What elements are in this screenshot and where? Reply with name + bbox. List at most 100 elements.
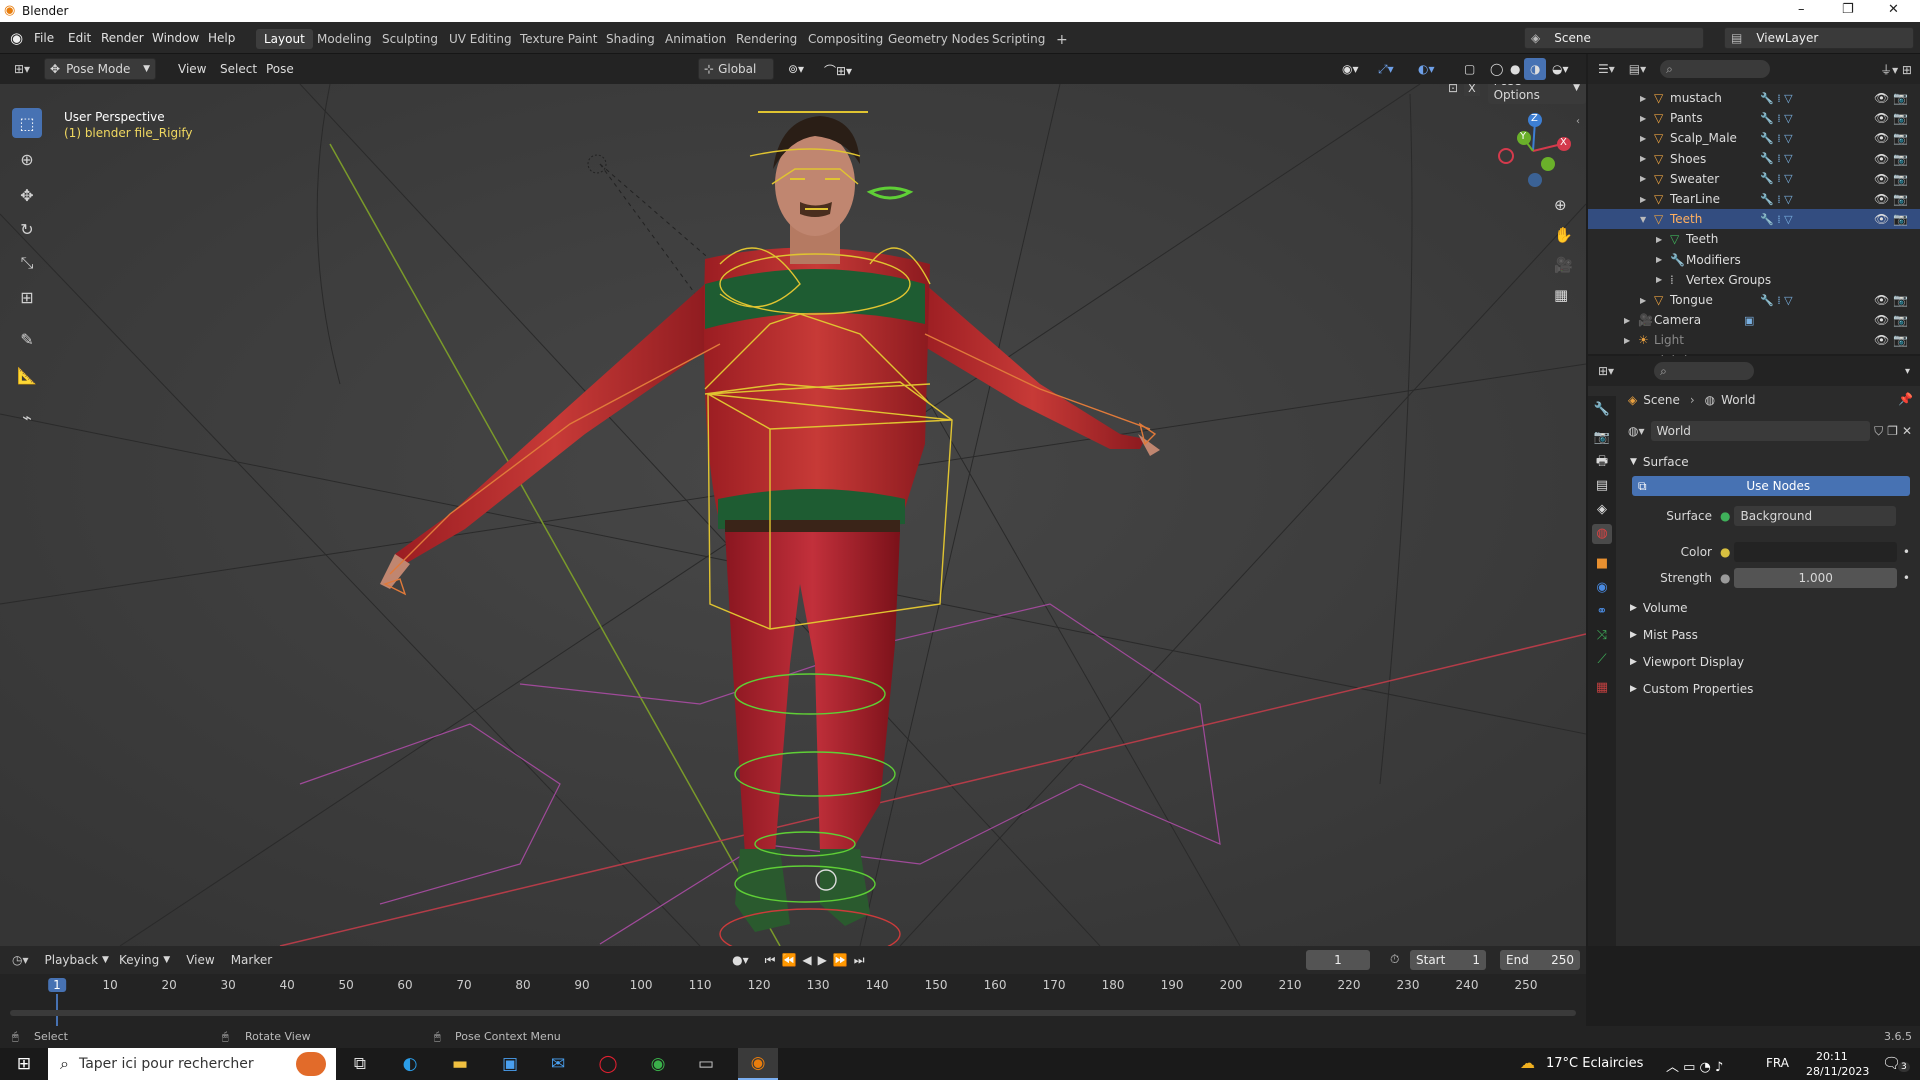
world-datablock[interactable]: ◍▾ World ⛉ ❐ ✕ (1628, 420, 1912, 442)
tab-rendering[interactable]: Rendering (728, 29, 805, 49)
outliner-row[interactable]: ▶ 🔧 Modifiers (1588, 250, 1920, 270)
tab-texture-paint[interactable]: Texture Paint (512, 29, 605, 49)
mail-icon[interactable]: ✉ (542, 1052, 574, 1076)
surface-panel-header[interactable]: ▼ Surface (1630, 450, 1912, 474)
sidebar-toggle-icon[interactable]: ‹ (1576, 116, 1580, 127)
visibility-toggle-icons[interactable]: 👁 📷 (1874, 91, 1908, 105)
outliner-editor-icon[interactable]: ☰▾ (1598, 62, 1615, 76)
pose-options-dropdown[interactable]: Pose Options ▼ (1487, 84, 1586, 104)
clock-date[interactable]: 28/11/2023 (1806, 1065, 1869, 1078)
editor-type-icon[interactable]: ⊞▾ (8, 58, 36, 80)
properties-search[interactable]: ⌕ (1654, 362, 1755, 380)
object-data-icons[interactable]: 🔧 ⁞ ▽ (1760, 294, 1793, 307)
tab-shading[interactable]: Shading (598, 29, 663, 49)
scale-tool[interactable]: ⤡ (12, 248, 42, 278)
perspective-toggle-icon[interactable]: ▦ (1554, 286, 1568, 304)
chevron-right-icon[interactable]: ▶ (1656, 275, 1662, 284)
language-indicator[interactable]: FRA (1766, 1056, 1789, 1070)
pose-relax-tool[interactable]: ⌁ (12, 402, 42, 432)
color-swatch[interactable] (1734, 542, 1897, 562)
store-icon[interactable]: ▣ (494, 1052, 526, 1076)
clock-time[interactable]: 20:11 (1816, 1050, 1848, 1063)
keyframe-dot-icon[interactable]: • (1903, 571, 1910, 585)
armature-tab-icon[interactable]: ⤨ (1592, 626, 1612, 646)
tab-modeling[interactable]: Modeling (309, 29, 380, 49)
material-shading-icon[interactable]: ◑ (1524, 58, 1547, 80)
object-data-icons[interactable]: 🔧 ⁞ ▽ (1760, 152, 1793, 165)
start-frame-field[interactable]: Start 1 (1410, 950, 1486, 970)
outliner-row[interactable]: ▶ ▽ Sweater 🔧 ⁞ ▽ 👁 📷 (1588, 169, 1920, 189)
display-mode-icon[interactable]: ▤▾ (1629, 62, 1646, 76)
tool-tab-icon[interactable]: 🔧 (1592, 400, 1612, 420)
menu-help[interactable]: Help (208, 31, 235, 45)
outliner-row[interactable]: ▶ ▽ mustach 🔧 ⁞ ▽ 👁 📷 (1588, 88, 1920, 108)
object-data-icons[interactable]: 🔧 ⁞ ▽ (1760, 213, 1793, 226)
menu-render[interactable]: Render (101, 31, 144, 45)
annotate-tool[interactable]: ✎ (12, 324, 42, 354)
strength-field[interactable]: 1.000 (1734, 568, 1897, 588)
tab-geometry-nodes[interactable]: Geometry Nodes (880, 29, 997, 49)
surface-shader-field[interactable]: Background (1734, 506, 1896, 526)
blender-menu-icon[interactable]: ◉ (10, 29, 23, 47)
scene-selector[interactable]: ◈ Scene (1524, 27, 1704, 49)
fake-user-icon[interactable]: ⛉ (1874, 424, 1883, 439)
object-data-icons[interactable]: 🔧 ⁞ ▽ (1760, 112, 1793, 125)
timeline-scrollbar[interactable] (10, 1010, 1576, 1016)
visibility-toggle-icons[interactable]: 👁 📷 (1874, 131, 1908, 145)
viewport-display-panel-header[interactable]: ▶ Viewport Display (1630, 650, 1912, 674)
close-button[interactable]: ✕ (1888, 2, 1899, 17)
object-data-icons[interactable]: 🔧 ⁞ ▽ (1760, 92, 1793, 105)
edge-browser-icon[interactable]: ◐ (394, 1052, 426, 1076)
end-frame-field[interactable]: End 250 (1500, 950, 1580, 970)
rotate-tool[interactable]: ↻ (12, 214, 42, 244)
filter-icon[interactable]: ⏚▾ ⊞ (1880, 61, 1912, 78)
xray-icon[interactable]: ▢ (1458, 58, 1481, 80)
overlay-toggle-icon[interactable]: ◐▾ (1412, 58, 1441, 80)
camera-view-icon[interactable]: 🎥 (1554, 256, 1573, 274)
tab-layout[interactable]: Layout (256, 29, 313, 49)
playback-controls-icon[interactable]: ⏮⏪◀▶⏩⏭ (765, 953, 871, 968)
world-name-field[interactable]: World (1650, 421, 1871, 441)
chevron-right-icon[interactable]: ▶ (1640, 195, 1646, 204)
object-data-icons[interactable]: 🔧 ⁞ ▽ (1760, 132, 1793, 145)
chevron-right-icon[interactable]: ▶ (1640, 94, 1646, 103)
transform-tool[interactable]: ⊞ (12, 282, 42, 312)
move-tool[interactable]: ✥ (12, 180, 42, 210)
visibility-toggle-icons[interactable]: 👁 📷 (1874, 333, 1908, 347)
outliner-row[interactable]: ▶ ⁞ Vertex Groups (1588, 270, 1920, 290)
outliner-search[interactable]: ⌕ (1660, 60, 1771, 78)
duplicate-icon[interactable]: ❐ (1887, 424, 1898, 438)
select-box-tool[interactable]: ⬚ (12, 108, 42, 138)
texture-tab-icon[interactable]: ▦ (1592, 678, 1612, 698)
object-data-icons[interactable]: 🔧 ⁞ ▽ (1760, 193, 1793, 206)
outliner-row[interactable]: ▶ ▽ Shoes 🔧 ⁞ ▽ 👁 📷 (1588, 149, 1920, 169)
tab-uv-editing[interactable]: UV Editing (441, 29, 520, 49)
outliner-row[interactable]: ▶ ▽ Scalp_Male 🔧 ⁞ ▽ 👁 📷 (1588, 128, 1920, 148)
keyframe-dot-icon[interactable]: • (1903, 545, 1910, 559)
tab-sculpting[interactable]: Sculpting (374, 29, 446, 49)
tray-icons[interactable]: ︿ ▭ ◔ ♪ (1666, 1056, 1723, 1075)
menu-timeline-view[interactable]: View (186, 953, 214, 967)
pan-hand-icon[interactable]: ✋ (1554, 226, 1573, 244)
chevron-right-icon[interactable]: ▶ (1656, 235, 1662, 244)
menu-file[interactable]: File (34, 31, 54, 45)
app-icon[interactable]: ▭ (690, 1052, 722, 1076)
menu-window[interactable]: Window (152, 31, 199, 45)
outliner-row[interactable]: ▼ ▽ Teeth 🔧 ⁞ ▽ 👁 📷 (1588, 209, 1920, 230)
outliner-row[interactable]: ▶ ▽ Pants 🔧 ⁞ ▽ 👁 📷 (1588, 108, 1920, 128)
world-tab-icon[interactable]: ◍ (1592, 524, 1612, 544)
file-explorer-icon[interactable]: ▬ (444, 1052, 476, 1076)
tab-compositing[interactable]: Compositing (800, 29, 891, 49)
taskbar-search[interactable]: ⌕ Taper ici pour rechercher (48, 1048, 336, 1080)
add-workspace-button[interactable]: + (1048, 29, 1076, 49)
outliner-row[interactable]: ▶ ▽ Tongue 🔧 ⁞ ▽ 👁 📷 (1588, 290, 1920, 310)
mist-pass-panel-header[interactable]: ▶ Mist Pass (1630, 623, 1912, 647)
tab-animation[interactable]: Animation (657, 29, 734, 49)
properties-editor-icon[interactable]: ⊞▾ (1598, 364, 1614, 378)
chevron-right-icon[interactable]: ▶ (1640, 174, 1646, 183)
menu-keying[interactable]: Keying (119, 953, 159, 967)
visibility-toggle-icons[interactable]: 👁 📷 (1874, 313, 1908, 327)
measure-tool[interactable]: 📐 (12, 360, 42, 390)
timeline-editor-icon[interactable]: ◷▾ (12, 953, 29, 967)
visibility-toggle-icons[interactable]: 👁 📷 (1874, 172, 1908, 186)
